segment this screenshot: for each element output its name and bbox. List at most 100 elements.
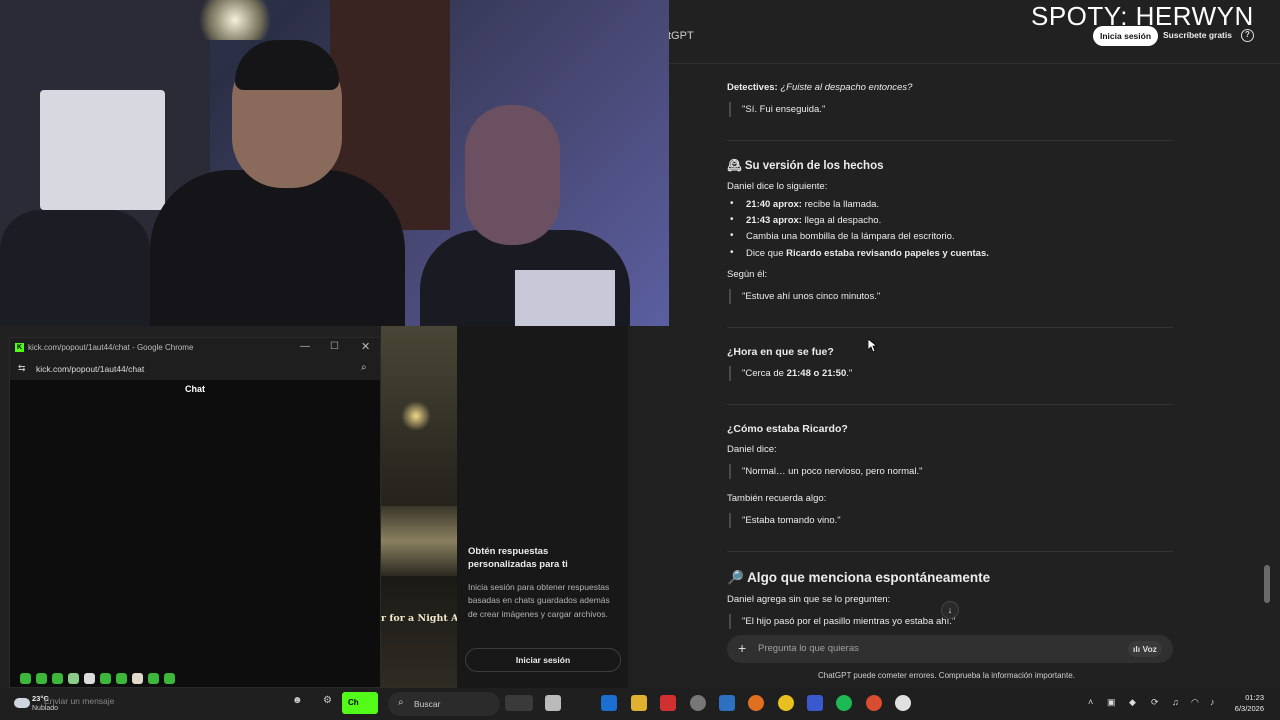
tray-icon[interactable]: ▣ (1107, 697, 1116, 708)
divider (727, 404, 1173, 405)
site-settings-icon[interactable]: ⇆ (18, 363, 26, 374)
section-espontaneo-intro: Daniel agrega sin que se lo pregunten: (727, 594, 891, 605)
emote-icon[interactable] (100, 673, 111, 684)
list-item-bold: 21:40 aprox: (746, 199, 802, 210)
daniel-dice: Daniel dice: (727, 444, 777, 455)
clock[interactable]: 01:23 6/3/2026 (1228, 692, 1264, 714)
emote-icon[interactable] (116, 673, 127, 684)
tray-icon[interactable]: ⟳ (1151, 697, 1159, 708)
divider (727, 327, 1173, 328)
spotify-icon[interactable] (836, 695, 852, 711)
promo-body: Inicia sesión para obtener respuestas ba… (468, 582, 610, 619)
emote-icon[interactable] (164, 673, 175, 684)
tambien-label: También recuerda algo: (727, 493, 827, 504)
webcam-person-center-hair (235, 40, 339, 90)
chatgpt-icon[interactable] (895, 695, 911, 711)
promo-login-button[interactable]: Iniciar sesión (465, 648, 621, 672)
prompt-input[interactable]: + Pregunta lo que quieras ılı Voz (727, 635, 1173, 663)
quote-6: "El hijo pasó por el pasillo mientras yo… (729, 614, 955, 629)
search-icon[interactable]: ⌕ (361, 362, 367, 373)
cloud-icon (14, 698, 30, 708)
section-version-text: Su versión de los hechos (744, 160, 884, 172)
emote-icon[interactable] (36, 673, 47, 684)
wps-icon[interactable] (660, 695, 676, 711)
webcam-flag-shirt (515, 270, 615, 326)
section-ricardo-title: ¿Cómo estaba Ricardo? (727, 423, 848, 435)
microphone-icon[interactable]: ♫ (1172, 697, 1179, 707)
voice-button[interactable]: ılı Voz (1128, 641, 1162, 657)
app-icon[interactable] (719, 695, 735, 711)
clock-icon: 🕰 (727, 160, 742, 172)
brave-icon[interactable] (748, 695, 764, 711)
emote-icon[interactable] (52, 673, 63, 684)
scroll-down-icon[interactable]: ↓ (941, 601, 959, 619)
webcam-person-right-face (465, 105, 560, 245)
list-item-bold: 21:43 aprox: (746, 215, 802, 226)
obs-icon[interactable] (690, 695, 706, 711)
wifi-icon[interactable]: ◠ (1191, 697, 1199, 708)
popout-urlbar[interactable]: ⇆ kick.com/popout/1aut44/chat ⌕ (10, 358, 380, 380)
chevron-up-icon[interactable]: ˄ (1088, 697, 1093, 707)
volume-icon[interactable]: ♪ (1210, 697, 1215, 707)
desktop: tGPT Inicia sesión Suscríbete gratis ? D… (0, 0, 1280, 720)
weather-condition: Nublado (32, 705, 59, 712)
quote-3: "Cerca de 21:48 o 21:50." (729, 366, 852, 381)
chat-send-button[interactable]: Ch (342, 692, 378, 714)
taskbar: 23°C Nublado Enviar un mensaje ☻ ⚙ Ch ⌕ … (0, 688, 1280, 720)
section-espontaneo-title: 🔎 Algo que menciona espontáneamente (727, 570, 990, 586)
model-selector[interactable]: tGPT (668, 30, 694, 42)
detectives-question: ¿Fuiste al despacho entonces? (780, 82, 913, 93)
section-espontaneo-text: Algo que menciona espontáneamente (747, 570, 991, 585)
prompt-placeholder[interactable]: Pregunta lo que quieras (758, 643, 859, 654)
list-item: Cambia una bombilla de la lámpara del es… (730, 230, 955, 242)
list-item: 21:43 aprox: llega al despacho. (730, 214, 881, 226)
quote-4: "Normal… un poco nervioso, pero normal." (729, 464, 922, 479)
emote-bar[interactable] (20, 671, 180, 685)
kick-logo-icon: K (15, 343, 24, 352)
emote-icon[interactable] (68, 673, 79, 684)
segun-label: Según él: (727, 269, 768, 280)
game-app-icon[interactable] (505, 695, 533, 711)
taskbar-search[interactable]: ⌕ Buscar (388, 692, 500, 716)
webcam-person-left (0, 210, 150, 326)
spotify-overlay: SPOTY: HERWYN (1031, 1, 1254, 31)
voice-label: Voz (1142, 644, 1157, 654)
webcam-light (195, 0, 275, 40)
steam-icon[interactable] (601, 695, 617, 711)
close-icon[interactable]: ✕ (361, 340, 370, 353)
taskbar-search-text: Buscar (414, 699, 441, 709)
webcam-person-center-body (150, 170, 405, 326)
webcam-feed (0, 0, 669, 326)
emote-icon[interactable] (20, 673, 31, 684)
chatgpt-window: tGPT Inicia sesión Suscríbete gratis ? D… (628, 0, 1280, 688)
list-item-text: Cambia una bombilla de la lámpara del es… (746, 231, 955, 242)
quote-text: ." (846, 368, 853, 379)
minimize-icon[interactable]: — (300, 341, 310, 352)
scrollbar-thumb[interactable] (1264, 565, 1270, 603)
task-view-icon[interactable] (545, 695, 561, 711)
video-caption: r for a Night A (381, 613, 457, 624)
emote-icon[interactable] (148, 673, 159, 684)
tray-icon[interactable]: ◆ (1129, 697, 1136, 708)
chat-message-input[interactable]: Enviar un mensaje (44, 696, 114, 706)
emoji-icon[interactable]: ☻ (292, 695, 303, 706)
chrome-icon[interactable] (778, 695, 794, 711)
plus-icon[interactable]: + (738, 640, 746, 656)
list-item: Dice que Ricardo estaba revisando papele… (730, 247, 989, 259)
divider (727, 140, 1173, 141)
folder-icon[interactable] (631, 695, 647, 711)
quote-text: "Cerca de (742, 368, 787, 379)
maximize-icon[interactable]: ☐ (330, 341, 339, 352)
detectives-label: Detectives: (727, 82, 778, 93)
gear-icon[interactable]: ⚙ (323, 695, 332, 706)
popout-url[interactable]: kick.com/popout/1aut44/chat (36, 364, 144, 374)
emote-icon[interactable] (84, 673, 95, 684)
list-item-text: recibe la llamada. (801, 199, 880, 210)
chrome-alt-icon[interactable] (866, 695, 882, 711)
magnifier-icon: 🔎 (727, 570, 744, 585)
app-icon[interactable] (807, 695, 823, 711)
promo-title: Obtén respuestas personalizadas para ti (468, 546, 568, 570)
section-hora-title: ¿Hora en que se fue? (727, 346, 834, 358)
video-reflection (381, 506, 457, 576)
emote-icon[interactable] (132, 673, 143, 684)
